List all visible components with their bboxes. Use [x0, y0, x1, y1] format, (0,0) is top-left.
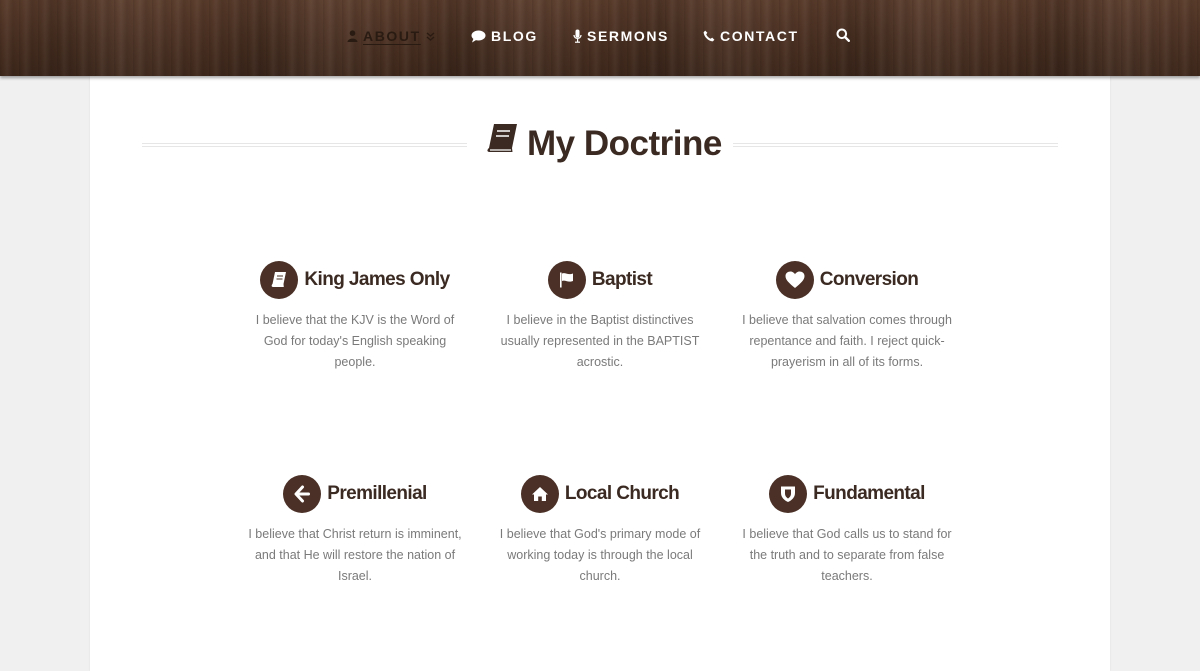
feature-head: Premillenial	[240, 474, 470, 514]
arrow-left-icon	[283, 475, 322, 513]
feature-baptist: Baptist I believe in the Baptist distinc…	[485, 260, 715, 373]
main-content: My Doctrine King James Only I believe th…	[90, 76, 1110, 671]
nav-label-about: About	[363, 28, 421, 44]
feature-title: King James Only	[304, 269, 450, 290]
chat-bubble-icon	[471, 30, 486, 43]
feature-text: I believe that Christ return is imminent…	[248, 527, 462, 583]
page-title-text: My Doctrine	[527, 123, 722, 163]
nav-label-contact: Contact	[720, 28, 799, 44]
search-icon	[836, 28, 850, 46]
site-header: About Blog Sermons Contact	[0, 0, 1200, 76]
feature-head: King James Only	[240, 260, 470, 300]
nav-item-blog[interactable]: Blog	[471, 27, 538, 45]
feature-title: Premillenial	[327, 483, 427, 504]
feature-fundamental: Fundamental I believe that God calls us …	[732, 474, 962, 587]
feature-king-james-only: King James Only I believe that the KJV i…	[240, 260, 470, 373]
search-button[interactable]	[836, 28, 850, 47]
feature-premillenial: Premillenial I believe that Christ retur…	[240, 474, 470, 587]
feature-local-church: Local Church I believe that God's primar…	[485, 474, 715, 587]
feature-text: I believe that the KJV is the Word of Go…	[255, 313, 455, 369]
feature-title: Local Church	[564, 483, 680, 504]
nav-label-blog: Blog	[491, 28, 538, 44]
home-icon	[520, 475, 559, 513]
feature-head: Baptist	[485, 260, 715, 300]
nav-item-contact[interactable]: Contact	[703, 27, 799, 45]
feature-text: I believe that God's primary mode of wor…	[499, 527, 701, 583]
heart-icon	[775, 261, 814, 299]
feature-text: I believe in the Baptist distinctives us…	[500, 313, 700, 369]
nav-label-sermons: Sermons	[587, 28, 669, 44]
chevron-down-icon	[426, 31, 435, 41]
feature-head: Local Church	[485, 474, 715, 514]
page-title: My Doctrine	[485, 122, 722, 165]
title-divider-left	[142, 143, 467, 147]
title-divider-right	[733, 143, 1058, 147]
main-nav: About Blog Sermons Contact	[0, 0, 1200, 70]
feature-text: I believe that salvation comes through r…	[742, 313, 952, 369]
book-icon	[485, 122, 519, 165]
nav-item-about[interactable]: About	[347, 27, 435, 45]
feature-head: Conversion	[732, 260, 962, 300]
user-icon	[347, 30, 358, 42]
flag-icon	[547, 261, 586, 299]
feature-head: Fundamental	[732, 474, 962, 514]
nav-item-sermons[interactable]: Sermons	[573, 27, 669, 45]
phone-icon	[703, 30, 715, 42]
feature-title: Baptist	[591, 269, 653, 290]
microphone-icon	[573, 29, 582, 43]
page-title-block: My Doctrine	[142, 120, 1058, 170]
feature-title: Fundamental	[813, 483, 925, 504]
feature-conversion: Conversion I believe that salvation come…	[732, 260, 962, 373]
feature-title: Conversion	[819, 269, 919, 290]
bible-icon	[260, 261, 299, 299]
feature-text: I believe that God calls us to stand for…	[742, 527, 952, 583]
shield-icon	[769, 475, 808, 513]
